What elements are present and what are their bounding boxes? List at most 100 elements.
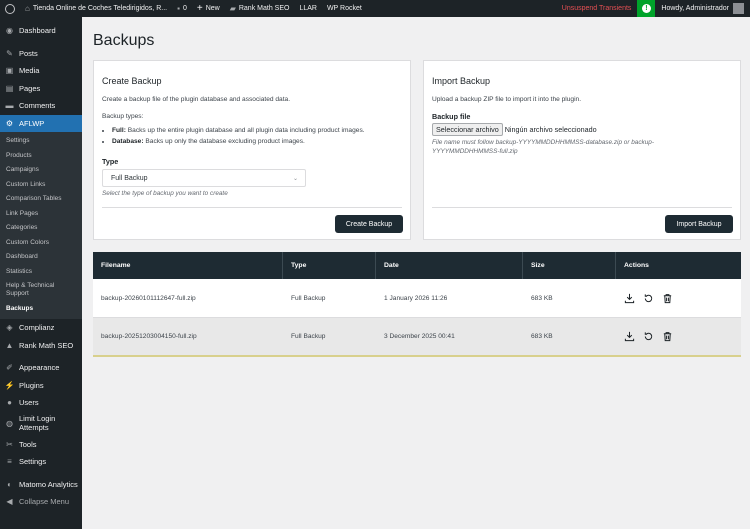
llar-link[interactable]: LLAR [294,0,322,17]
menu-comments[interactable]: ▬ Comments [0,97,82,115]
import-card-divider [432,207,732,208]
import-backup-description: Upload a backup ZIP file to import it in… [432,96,582,103]
backup-type-value: Full Backup [111,174,148,182]
matomo-icon: ◐ [7,479,12,489]
menu-label: AFLWP [19,118,45,128]
shield-icon: ◈ [6,323,13,333]
header-filename: Filename [93,252,283,279]
page-title: Backups [93,32,155,49]
menu-label: Complianz [19,323,55,333]
unsuspend-transients-link[interactable]: Unsuspend Transients [556,5,638,12]
chart-icon: ▲ [5,340,14,350]
backups-table: Filename Type Date Size Actions backup-2… [93,252,741,357]
menu-aflwp[interactable]: ⚙ AFLWP [0,114,82,132]
menu-tools[interactable]: ✂ Tools [0,436,82,454]
chevron-down-icon: ⌄ [292,175,298,182]
restore-icon[interactable] [643,331,654,342]
plus-icon: + [196,3,203,14]
comments-icon: ▬ [5,101,14,111]
menu-label: Plugins [19,380,44,390]
download-icon[interactable] [624,293,635,304]
type-field-label: Type [102,157,119,166]
cell-size: 683 KB [531,294,553,302]
full-type-item: Full: Backs up the entire plugin databas… [112,127,402,134]
trash-icon[interactable] [662,331,673,342]
no-file-selected-text: Ningún archivo seleccionado [504,125,597,134]
choose-file-button[interactable]: Seleccionar archivo [432,123,503,136]
comments-link[interactable]: ▪ 0 [172,0,192,17]
wordpress-icon [5,3,15,14]
menu-users[interactable]: ● Users [0,394,82,412]
menu-label: Dashboard [19,26,56,36]
database-type-text: Backs up only the database excluding pro… [145,138,305,145]
collapse-menu-button[interactable]: ◀ Collapse Menu [0,493,82,511]
menu-label: Appearance [19,363,60,373]
main-content: Backups Create Backup Create a backup fi… [82,17,750,529]
create-backup-description: Create a backup file of the plugin datab… [102,96,291,103]
menu-posts[interactable]: ✎ Posts [0,45,82,63]
submenu-dashboard[interactable]: Dashboard [0,250,82,265]
header-actions: Actions [624,262,649,269]
howdy-label: Howdy, Administrador [661,5,729,12]
menu-dashboard[interactable]: ◉ Dashboard [0,22,82,40]
trash-icon[interactable] [662,293,673,304]
import-backup-title: Import Backup [432,76,491,86]
menu-limit-login[interactable]: ◍ Limit Login Attempts [0,412,82,436]
rank-math-link[interactable]: ▰ Rank Math SEO [225,0,295,17]
submenu-campaigns[interactable]: Campaigns [0,163,82,178]
submenu-custom-links[interactable]: Custom Links [0,178,82,193]
submenu-help-support[interactable]: Help & Technical Support [0,279,72,302]
brush-icon: ✐ [6,363,13,373]
menu-label: Posts [19,48,38,58]
submenu-comparison-tables[interactable]: Comparison Tables [0,192,82,207]
submenu-categories[interactable]: Categories [0,221,82,236]
cell-date: 3 December 2025 00:41 [384,333,455,340]
import-backup-button[interactable]: Import Backup [665,215,733,233]
backup-type-select[interactable]: Full Backup ⌄ [102,169,306,187]
backup-types-label: Backup types: [102,113,144,120]
submenu-settings[interactable]: Settings [0,134,82,149]
wordpress-logo-button[interactable] [0,0,20,17]
type-help-text: Select the type of backup you want to cr… [102,190,228,197]
menu-settings[interactable]: ≡ Settings [0,453,82,471]
database-type-name: Database: [112,138,144,145]
admin-sidebar: ◉ Dashboard ✎ Posts ▣ Media ▤ Pages ▬ Comment… [0,17,82,529]
menu-pages[interactable]: ▤ Pages [0,80,82,98]
cell-type: Full Backup [291,333,326,340]
full-type-text: Backs up the entire plugin database and … [127,127,365,134]
plug-icon: ⚡ [4,380,15,390]
pages-icon: ▤ [5,83,14,93]
menu-matomo[interactable]: ◐ Matomo Analytics [0,476,82,494]
notice-button[interactable]: ! [637,0,656,17]
submenu-custom-colors[interactable]: Custom Colors [0,236,82,251]
submenu-statistics[interactable]: Statistics [0,265,82,280]
cell-type: Full Backup [291,294,326,302]
cell-date: 1 January 2026 11:26 [384,294,448,302]
create-backup-button[interactable]: Create Backup [335,215,403,233]
submenu-products[interactable]: Products [0,149,82,164]
wrench-icon: ✂ [6,439,13,449]
file-input[interactable]: Seleccionar archivo Ningún archivo selec… [432,123,597,136]
menu-label: Matomo Analytics [19,479,78,489]
menu-appearance[interactable]: ✐ Appearance [0,359,82,377]
menu-plugins[interactable]: ⚡ Plugins [0,377,82,395]
menu-rank-math[interactable]: ▲ Rank Math SEO [0,337,82,355]
menu-label: Tools [19,439,37,449]
site-name-link[interactable]: ⌂ Tienda Online de Coches Teledirigidos, … [20,0,172,17]
pin-icon: ✎ [6,48,13,58]
new-content-link[interactable]: + New [192,0,225,17]
submenu-link-pages[interactable]: Link Pages [0,207,82,222]
rank-math-icon: ▰ [229,4,236,13]
account-menu[interactable]: Howdy, Administrador [655,0,750,17]
aflwp-submenu: Settings Products Campaigns Custom Links… [0,132,82,320]
menu-complianz[interactable]: ◈ Complianz [0,319,82,337]
import-backup-card: Import Backup Upload a backup ZIP file t… [423,60,741,240]
menu-media[interactable]: ▣ Media [0,62,82,80]
home-icon: ⌂ [25,4,30,13]
table-row: backup-20260101112647-full.zip Full Back… [93,279,741,318]
wp-rocket-link[interactable]: WP Rocket [322,0,367,17]
user-icon: ● [7,398,12,408]
submenu-backups[interactable]: Backups [0,302,82,317]
download-icon[interactable] [624,331,635,342]
restore-icon[interactable] [643,293,654,304]
